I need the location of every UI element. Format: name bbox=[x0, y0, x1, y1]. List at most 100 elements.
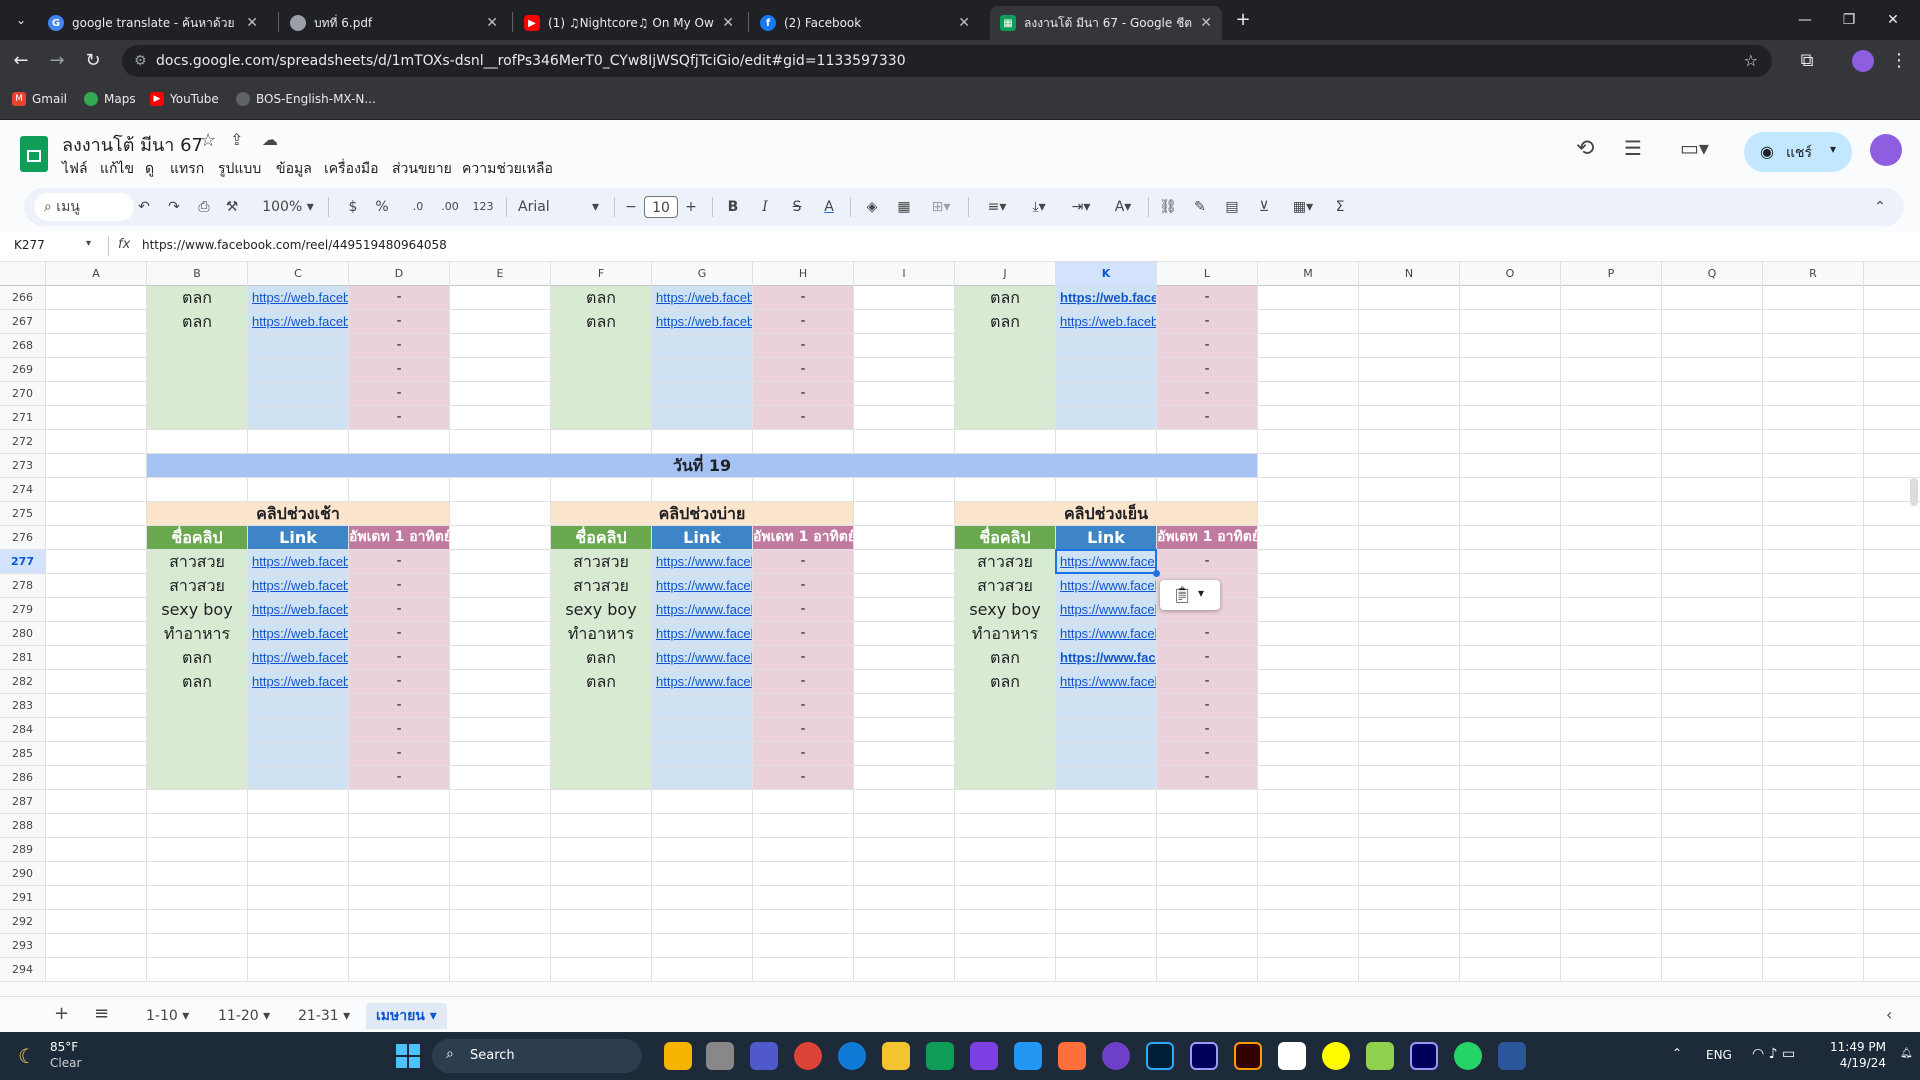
row-header[interactable]: 275 bbox=[0, 502, 46, 526]
github-icon[interactable] bbox=[1102, 1042, 1130, 1070]
column-header[interactable]: H bbox=[753, 262, 854, 286]
header-link[interactable]: Link bbox=[248, 526, 348, 549]
clip-name-cell[interactable]: ทำอาหาร bbox=[955, 622, 1055, 645]
link-cell[interactable]: https://web.facebook.com bbox=[248, 574, 348, 597]
bookmark-gmail[interactable]: M Gmail bbox=[12, 92, 67, 106]
update-cell[interactable]: - bbox=[1157, 382, 1257, 405]
update-cell[interactable]: - bbox=[753, 358, 853, 381]
close-icon[interactable]: ✕ bbox=[246, 15, 258, 31]
link-cell[interactable]: https://web.facebook.com bbox=[1056, 310, 1156, 333]
link-cell[interactable]: https://www.facebook.com bbox=[652, 574, 752, 597]
link-cell[interactable]: https://web.facebook.com bbox=[248, 310, 348, 333]
clip-name-cell[interactable] bbox=[551, 718, 651, 741]
add-sheet-icon[interactable]: + bbox=[54, 1003, 69, 1024]
align-icon[interactable]: ≡▾ bbox=[980, 196, 1014, 218]
new-tab-icon[interactable]: + bbox=[1230, 7, 1256, 33]
link-cell[interactable] bbox=[652, 694, 752, 717]
update-cell[interactable]: - bbox=[753, 766, 853, 789]
merge-cells-icon[interactable]: ⊞▾ bbox=[924, 196, 958, 218]
clock-date[interactable]: 4/19/24 bbox=[1826, 1056, 1886, 1070]
update-cell[interactable]: - bbox=[349, 286, 449, 309]
clip-name-cell[interactable]: ทำอาหาร bbox=[551, 622, 651, 645]
update-cell[interactable]: - bbox=[1157, 550, 1257, 573]
row-header[interactable]: 287 bbox=[0, 790, 46, 814]
header-link[interactable]: Link bbox=[652, 526, 752, 549]
row-header[interactable]: 270 bbox=[0, 382, 46, 406]
update-cell[interactable]: - bbox=[349, 670, 449, 693]
clip-name-cell[interactable]: ตลก bbox=[955, 310, 1055, 333]
link-cell[interactable]: https://web.facebook.com bbox=[248, 646, 348, 669]
header-clip-name[interactable]: ชื่อคลิป bbox=[551, 526, 651, 549]
update-cell[interactable]: - bbox=[1157, 334, 1257, 357]
strikethrough-icon[interactable]: S bbox=[788, 196, 806, 218]
close-icon[interactable]: ✕ bbox=[1200, 15, 1212, 31]
clip-name-cell[interactable] bbox=[147, 358, 247, 381]
update-cell[interactable]: - bbox=[349, 406, 449, 429]
language-indicator[interactable]: ENG bbox=[1706, 1048, 1732, 1062]
borders-icon[interactable]: ▦ bbox=[894, 196, 914, 218]
row-header[interactable]: 274 bbox=[0, 478, 46, 502]
clip-name-cell[interactable] bbox=[551, 334, 651, 357]
row-header[interactable]: 284 bbox=[0, 718, 46, 742]
menu-data[interactable]: ข้อมูล bbox=[276, 158, 312, 180]
clip-name-cell[interactable] bbox=[955, 382, 1055, 405]
column-header[interactable]: P bbox=[1561, 262, 1662, 286]
clip-name-cell[interactable]: ตลก bbox=[551, 670, 651, 693]
menu-search[interactable]: ⌕ เมนู bbox=[34, 193, 134, 221]
link-cell[interactable] bbox=[1056, 766, 1156, 789]
update-cell[interactable]: - bbox=[753, 670, 853, 693]
column-header[interactable]: E bbox=[450, 262, 551, 286]
row-header[interactable]: 282 bbox=[0, 670, 46, 694]
clip-name-cell[interactable] bbox=[147, 766, 247, 789]
undo-icon[interactable]: ↶ bbox=[134, 196, 154, 218]
link-cell[interactable]: https://www.facebook.com bbox=[652, 622, 752, 645]
row-header[interactable]: 272 bbox=[0, 430, 46, 454]
chrome-icon[interactable] bbox=[794, 1042, 822, 1070]
clip-name-cell[interactable] bbox=[955, 406, 1055, 429]
update-cell[interactable]: - bbox=[349, 358, 449, 381]
row-header[interactable]: 291 bbox=[0, 886, 46, 910]
close-icon[interactable]: ✕ bbox=[486, 15, 498, 31]
update-cell[interactable]: - bbox=[349, 766, 449, 789]
update-cell[interactable]: - bbox=[349, 550, 449, 573]
header-clip-name[interactable]: ชื่อคลิป bbox=[147, 526, 247, 549]
clip-name-cell[interactable]: sexy boy bbox=[147, 598, 247, 621]
italic-icon[interactable]: I bbox=[756, 196, 774, 218]
link-cell[interactable]: https://web.facebook.com bbox=[1056, 286, 1156, 309]
app2-icon[interactable] bbox=[1366, 1042, 1394, 1070]
vscode-icon[interactable] bbox=[1014, 1042, 1042, 1070]
link-cell[interactable] bbox=[652, 742, 752, 765]
font-select[interactable]: Arial ▾ bbox=[518, 196, 604, 218]
link-cell[interactable]: https://www.facebook.com bbox=[1056, 574, 1156, 597]
menu-extensions[interactable]: ส่วนขยาย bbox=[392, 158, 452, 180]
close-window-icon[interactable]: ✕ bbox=[1880, 7, 1906, 33]
whatsapp-icon[interactable] bbox=[1454, 1042, 1482, 1070]
forward-icon[interactable]: → bbox=[44, 48, 70, 74]
tab-search-icon[interactable]: ⌄ bbox=[8, 7, 34, 33]
widgets-icon[interactable] bbox=[664, 1042, 692, 1070]
chevron-down-icon[interactable]: ▾ bbox=[86, 238, 91, 249]
functions-icon[interactable]: Σ bbox=[1330, 196, 1350, 218]
bookmark-maps[interactable]: Maps bbox=[84, 92, 136, 106]
header-update[interactable]: อัพเดท 1 อาทิตย์ bbox=[1157, 526, 1257, 549]
currency-button[interactable]: $ bbox=[346, 196, 360, 218]
update-cell[interactable]: - bbox=[753, 550, 853, 573]
update-cell[interactable]: - bbox=[349, 718, 449, 741]
link-cell[interactable] bbox=[248, 694, 348, 717]
link-cell[interactable] bbox=[1056, 358, 1156, 381]
row-header[interactable]: 266 bbox=[0, 286, 46, 310]
link-cell[interactable] bbox=[652, 358, 752, 381]
link-cell[interactable] bbox=[248, 406, 348, 429]
row-header[interactable]: 271 bbox=[0, 406, 46, 430]
back-icon[interactable]: ← bbox=[8, 48, 34, 74]
column-header[interactable]: J bbox=[955, 262, 1056, 286]
clip-name-cell[interactable] bbox=[955, 334, 1055, 357]
cloud-status-icon[interactable]: ☁ bbox=[262, 130, 278, 149]
link-cell[interactable]: https://www.facebook.com bbox=[652, 670, 752, 693]
clip-name-cell[interactable] bbox=[955, 742, 1055, 765]
link-cell[interactable]: https://web.facebook.com bbox=[248, 622, 348, 645]
link-cell[interactable]: https://www.facebook.com bbox=[1056, 670, 1156, 693]
clip-name-cell[interactable]: สาวสวย bbox=[551, 574, 651, 597]
link-cell[interactable] bbox=[652, 766, 752, 789]
menu-edit[interactable]: แก้ไข bbox=[100, 158, 134, 180]
